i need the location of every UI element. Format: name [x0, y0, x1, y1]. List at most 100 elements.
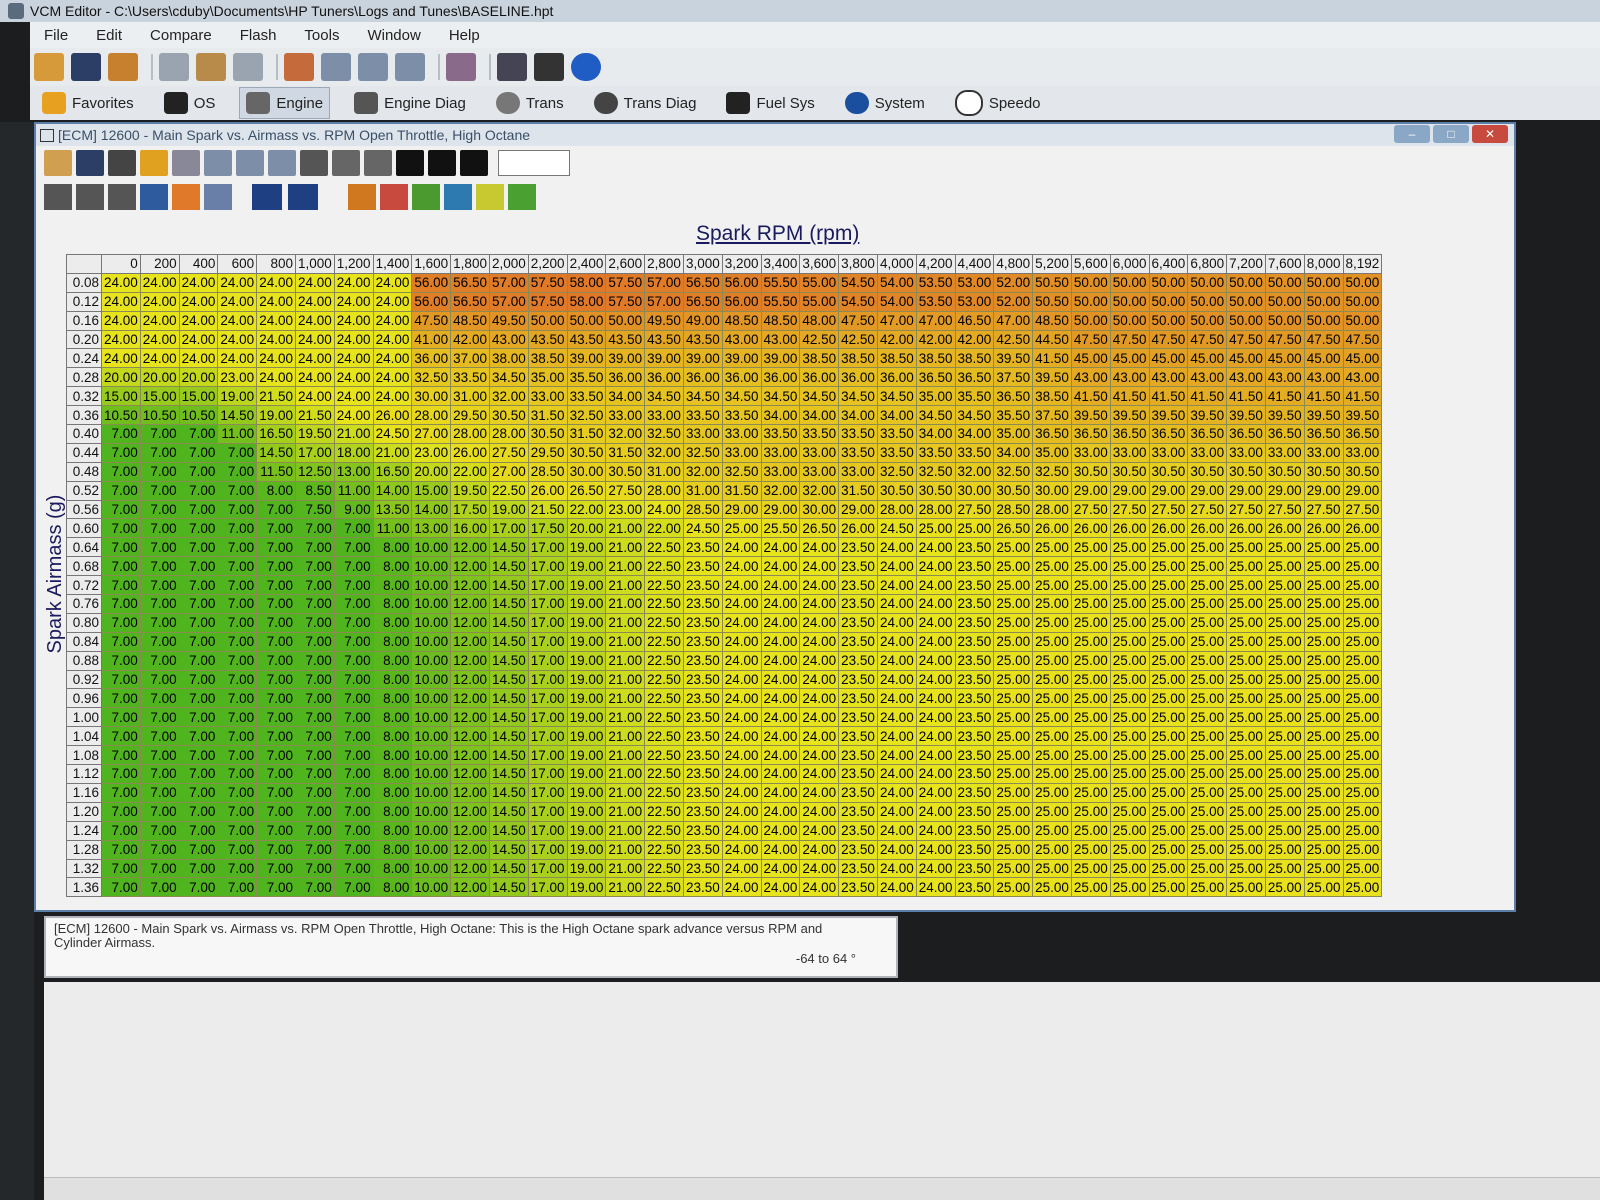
- table-cell[interactable]: 7.00: [217, 499, 258, 520]
- table-cell[interactable]: 24.00: [915, 820, 956, 841]
- table-cell[interactable]: 36.50: [1264, 424, 1305, 444]
- table-cell[interactable]: 25.00: [1148, 650, 1189, 671]
- table-cell[interactable]: 41.50: [1109, 386, 1150, 407]
- table-cell[interactable]: 23.50: [682, 801, 723, 822]
- column-header[interactable]: 2,800: [644, 254, 684, 274]
- table-cell[interactable]: 36.50: [1109, 424, 1150, 444]
- table-cell[interactable]: 25.00: [1303, 688, 1344, 709]
- table-cell[interactable]: 32.50: [876, 461, 917, 482]
- table-cell[interactable]: 15.00: [139, 386, 180, 407]
- table-cell[interactable]: 7.00: [178, 575, 219, 596]
- table-cell[interactable]: 25.00: [1148, 801, 1189, 822]
- table-cell[interactable]: 26.00: [1303, 518, 1344, 539]
- table-cell[interactable]: 17.00: [527, 820, 568, 841]
- row-header[interactable]: 0.44: [66, 442, 102, 463]
- table-cell[interactable]: 17.50: [450, 499, 490, 520]
- table-cell[interactable]: 7.00: [101, 669, 141, 690]
- table-cell[interactable]: 48.50: [721, 310, 762, 331]
- table-cell[interactable]: 7.00: [217, 461, 258, 482]
- table-cell[interactable]: 23.50: [682, 782, 723, 803]
- table-cell[interactable]: 39.00: [566, 348, 607, 369]
- table-cell[interactable]: 10.00: [411, 877, 452, 898]
- table-cell[interactable]: 23.50: [682, 650, 723, 671]
- table-cell[interactable]: 33.00: [1070, 442, 1111, 463]
- table-cell[interactable]: 32.00: [605, 424, 646, 444]
- table-cell[interactable]: 25.00: [1148, 537, 1189, 558]
- table-cell[interactable]: 25.00: [721, 518, 762, 539]
- table-cell[interactable]: 24.50: [682, 518, 723, 539]
- table-cell[interactable]: 25.00: [1148, 877, 1189, 898]
- table-cell[interactable]: 12.00: [450, 612, 490, 633]
- undo-icon[interactable]: [300, 150, 328, 176]
- table-cell[interactable]: 7.00: [256, 764, 296, 784]
- table-cell[interactable]: 17.00: [527, 726, 568, 747]
- table-cell[interactable]: 27.50: [1109, 499, 1150, 520]
- table-cell[interactable]: 7.00: [217, 688, 258, 709]
- table-cell[interactable]: 33.00: [721, 442, 762, 463]
- table-cell[interactable]: 30.00: [799, 499, 840, 520]
- table-cell[interactable]: 8.00: [372, 858, 413, 879]
- table-cell[interactable]: 27.50: [1187, 499, 1228, 520]
- table-cell[interactable]: 7.00: [333, 801, 374, 822]
- decrease-decimals-icon[interactable]: [288, 184, 318, 210]
- table-cell[interactable]: 27.50: [1226, 499, 1266, 520]
- table-cell[interactable]: 43.50: [644, 329, 684, 350]
- table-cell[interactable]: 30.50: [1148, 461, 1189, 482]
- table-cell[interactable]: 30.50: [1303, 461, 1344, 482]
- table-cell[interactable]: 25.00: [1032, 726, 1072, 747]
- table-cell[interactable]: 32.00: [954, 461, 995, 482]
- table-cell[interactable]: 29.00: [1342, 480, 1383, 501]
- table-cell[interactable]: 12.00: [450, 764, 490, 784]
- table-cell[interactable]: 7.00: [294, 801, 335, 822]
- table-cell[interactable]: 24.00: [217, 291, 258, 312]
- table-cell[interactable]: 24.00: [799, 650, 840, 671]
- table-cell[interactable]: 42.00: [450, 329, 490, 350]
- table-cell[interactable]: 31.50: [605, 442, 646, 463]
- row-header[interactable]: 0.76: [66, 594, 102, 614]
- column-header[interactable]: 1,200: [333, 254, 374, 274]
- nav-system[interactable]: System: [839, 88, 931, 118]
- table-cell[interactable]: 25.00: [1109, 877, 1150, 898]
- table-cell[interactable]: 24.00: [372, 272, 413, 293]
- table-cell[interactable]: 43.00: [760, 329, 801, 350]
- table-cell[interactable]: 25.00: [1032, 820, 1072, 841]
- table-cell[interactable]: 43.00: [1226, 367, 1266, 388]
- table-cell[interactable]: 7.00: [333, 858, 374, 879]
- table-cell[interactable]: 7.00: [101, 858, 141, 879]
- table-cell[interactable]: 33.50: [838, 424, 878, 444]
- table-cell[interactable]: 7.00: [217, 764, 258, 784]
- table-cell[interactable]: 27.00: [411, 424, 452, 444]
- table-cell[interactable]: 7.00: [256, 631, 296, 652]
- table-cell[interactable]: 23.50: [838, 877, 878, 898]
- table-cell[interactable]: 25.00: [1148, 707, 1189, 728]
- table-cell[interactable]: 12.00: [450, 556, 490, 577]
- table-cell[interactable]: 14.50: [488, 650, 529, 671]
- table-cell[interactable]: 12.00: [450, 594, 490, 614]
- smooth-icon[interactable]: [444, 184, 472, 210]
- table-cell[interactable]: 43.00: [721, 329, 762, 350]
- table-cell[interactable]: 12.00: [450, 631, 490, 652]
- table-cell[interactable]: 7.00: [101, 537, 141, 558]
- table-cell[interactable]: 34.50: [760, 386, 801, 407]
- table-cell[interactable]: 34.50: [954, 405, 995, 426]
- table-cell[interactable]: 7.00: [101, 820, 141, 841]
- table-cell[interactable]: 15.00: [101, 386, 141, 407]
- table-cell[interactable]: 25.00: [1148, 820, 1189, 841]
- table-cell[interactable]: 25.00: [1226, 594, 1266, 614]
- table-cell[interactable]: 25.50: [760, 518, 801, 539]
- table-cell[interactable]: 34.00: [954, 424, 995, 444]
- table-cell[interactable]: 8.00: [372, 764, 413, 784]
- table-cell[interactable]: 7.00: [256, 594, 296, 614]
- table-cell[interactable]: 25.00: [1303, 782, 1344, 803]
- table-cell[interactable]: 21.00: [605, 877, 646, 898]
- table-cell[interactable]: 32.50: [721, 461, 762, 482]
- table-cell[interactable]: 47.00: [915, 310, 956, 331]
- column-header[interactable]: 3,800: [838, 254, 878, 274]
- table-cell[interactable]: 7.00: [139, 594, 180, 614]
- table-cell[interactable]: 45.00: [1109, 348, 1150, 369]
- table-cell[interactable]: 25.00: [1032, 764, 1072, 784]
- table-cell[interactable]: 25.00: [1342, 745, 1383, 766]
- table-cell[interactable]: 25.00: [1148, 688, 1189, 709]
- table-cell[interactable]: 21.00: [605, 820, 646, 841]
- table-cell[interactable]: 25.00: [1109, 801, 1150, 822]
